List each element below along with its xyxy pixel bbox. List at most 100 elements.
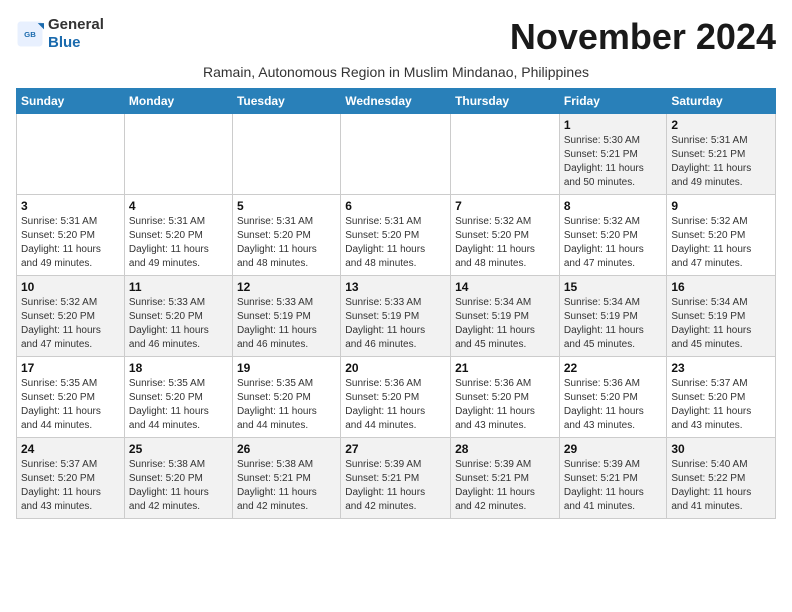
day-info: Sunrise: 5:32 AM Sunset: 5:20 PM Dayligh… — [564, 215, 663, 271]
day-number: 1 — [564, 118, 663, 132]
table-row: 10Sunrise: 5:32 AM Sunset: 5:20 PM Dayli… — [17, 276, 125, 357]
day-info: Sunrise: 5:32 AM Sunset: 5:20 PM Dayligh… — [21, 296, 120, 352]
day-info: Sunrise: 5:34 AM Sunset: 5:19 PM Dayligh… — [564, 296, 663, 352]
table-row: 2 Sunrise: 5:31 AM Sunset: 5:21 PM Daylig… — [667, 114, 776, 195]
day-info: Sunrise: 5:35 AM Sunset: 5:20 PM Dayligh… — [129, 377, 228, 433]
day-number: 23 — [671, 361, 771, 375]
day-info: Sunrise: 5:36 AM Sunset: 5:20 PM Dayligh… — [455, 377, 555, 433]
table-row: 29 Sunrise: 5:39 AM Sunset: 5:21 PM Dayli… — [559, 438, 667, 519]
day-number: 8 — [564, 199, 663, 213]
table-row: 11 Sunrise: 5:33 AM Sunset: 5:20 PM Dayli… — [124, 276, 232, 357]
table-row: 8 Sunrise: 5:32 AM Sunset: 5:20 PM Daylig… — [559, 195, 667, 276]
page: GB General Blue November 2024 Ramain, Au… — [0, 0, 792, 529]
calendar-week-row: 1 Sunrise: 5:30 AM Sunset: 5:21 PM Daylig… — [17, 114, 776, 195]
col-tuesday: Tuesday — [232, 89, 340, 114]
col-wednesday: Wednesday — [341, 89, 451, 114]
table-row — [232, 114, 340, 195]
day-number: 18 — [129, 361, 228, 375]
table-row: 21 Sunrise: 5:36 AM Sunset: 5:20 PM Dayli… — [451, 357, 560, 438]
table-row: 4 Sunrise: 5:31 AM Sunset: 5:20 PM Daylig… — [124, 195, 232, 276]
col-sunday: Sunday — [17, 89, 125, 114]
table-row: 3Sunrise: 5:31 AM Sunset: 5:20 PM Daylig… — [17, 195, 125, 276]
day-number: 30 — [671, 442, 771, 456]
day-info: Sunrise: 5:32 AM Sunset: 5:20 PM Dayligh… — [455, 215, 555, 271]
day-number: 5 — [237, 199, 336, 213]
day-info: Sunrise: 5:31 AM Sunset: 5:20 PM Dayligh… — [129, 215, 228, 271]
col-monday: Monday — [124, 89, 232, 114]
day-number: 4 — [129, 199, 228, 213]
day-info: Sunrise: 5:31 AM Sunset: 5:20 PM Dayligh… — [345, 215, 446, 271]
day-number: 15 — [564, 280, 663, 294]
day-number: 22 — [564, 361, 663, 375]
table-row: 17 Sunrise: 5:35 AM Sunset: 5:20 PM Dayli… — [17, 357, 125, 438]
month-title: November 2024 — [510, 16, 776, 58]
day-number: 17 — [21, 361, 120, 375]
table-row: 12Sunrise: 5:33 AM Sunset: 5:19 PM Dayli… — [232, 276, 340, 357]
day-info: Sunrise: 5:32 AM Sunset: 5:20 PM Dayligh… — [671, 215, 771, 271]
day-number: 24 — [21, 442, 120, 456]
day-info: Sunrise: 5:34 AM Sunset: 5:19 PM Dayligh… — [671, 296, 771, 352]
day-number: 11 — [129, 280, 228, 294]
header: GB General Blue November 2024 — [16, 16, 776, 58]
day-info: Sunrise: 5:31 AM Sunset: 5:20 PM Dayligh… — [21, 215, 120, 271]
day-info: Sunrise: 5:35 AM Sunset: 5:20 PM Dayligh… — [21, 377, 120, 433]
table-row: 24 Sunrise: 5:37 AM Sunset: 5:20 PM Dayli… — [17, 438, 125, 519]
calendar-week-row: 3Sunrise: 5:31 AM Sunset: 5:20 PM Daylig… — [17, 195, 776, 276]
subtitle: Ramain, Autonomous Region in Muslim Mind… — [16, 64, 776, 80]
day-info: Sunrise: 5:39 AM Sunset: 5:21 PM Dayligh… — [564, 458, 663, 514]
day-info: Sunrise: 5:39 AM Sunset: 5:21 PM Dayligh… — [345, 458, 446, 514]
day-info: Sunrise: 5:40 AM Sunset: 5:22 PM Dayligh… — [671, 458, 771, 514]
day-number: 21 — [455, 361, 555, 375]
table-row: 5 Sunrise: 5:31 AM Sunset: 5:20 PM Daylig… — [232, 195, 340, 276]
table-row: 7 Sunrise: 5:32 AM Sunset: 5:20 PM Daylig… — [451, 195, 560, 276]
day-info: Sunrise: 5:31 AM Sunset: 5:20 PM Dayligh… — [237, 215, 336, 271]
day-info: Sunrise: 5:30 AM Sunset: 5:21 PM Dayligh… — [564, 134, 663, 190]
table-row: 22 Sunrise: 5:36 AM Sunset: 5:20 PM Dayli… — [559, 357, 667, 438]
day-info: Sunrise: 5:37 AM Sunset: 5:20 PM Dayligh… — [21, 458, 120, 514]
day-info: Sunrise: 5:31 AM Sunset: 5:21 PM Dayligh… — [671, 134, 771, 190]
day-info: Sunrise: 5:34 AM Sunset: 5:19 PM Dayligh… — [455, 296, 555, 352]
table-row: 13Sunrise: 5:33 AM Sunset: 5:19 PM Dayli… — [341, 276, 451, 357]
table-row — [124, 114, 232, 195]
day-number: 16 — [671, 280, 771, 294]
table-row: 20Sunrise: 5:36 AM Sunset: 5:20 PM Dayli… — [341, 357, 451, 438]
logo: GB General Blue — [16, 16, 104, 52]
logo-text: General Blue — [48, 16, 104, 52]
table-row: 23 Sunrise: 5:37 AM Sunset: 5:20 PM Dayli… — [667, 357, 776, 438]
day-number: 27 — [345, 442, 446, 456]
col-thursday: Thursday — [451, 89, 560, 114]
col-friday: Friday — [559, 89, 667, 114]
day-info: Sunrise: 5:36 AM Sunset: 5:20 PM Dayligh… — [345, 377, 446, 433]
day-number: 14 — [455, 280, 555, 294]
day-info: Sunrise: 5:33 AM Sunset: 5:20 PM Dayligh… — [129, 296, 228, 352]
svg-text:GB: GB — [24, 30, 36, 39]
day-info: Sunrise: 5:39 AM Sunset: 5:21 PM Dayligh… — [455, 458, 555, 514]
day-info: Sunrise: 5:38 AM Sunset: 5:20 PM Dayligh… — [129, 458, 228, 514]
day-number: 6 — [345, 199, 446, 213]
day-info: Sunrise: 5:35 AM Sunset: 5:20 PM Dayligh… — [237, 377, 336, 433]
day-number: 28 — [455, 442, 555, 456]
table-row — [451, 114, 560, 195]
table-row: 30 Sunrise: 5:40 AM Sunset: 5:22 PM Dayli… — [667, 438, 776, 519]
table-row: 18 Sunrise: 5:35 AM Sunset: 5:20 PM Dayli… — [124, 357, 232, 438]
table-row — [341, 114, 451, 195]
col-saturday: Saturday — [667, 89, 776, 114]
table-row: 1 Sunrise: 5:30 AM Sunset: 5:21 PM Daylig… — [559, 114, 667, 195]
day-info: Sunrise: 5:36 AM Sunset: 5:20 PM Dayligh… — [564, 377, 663, 433]
day-number: 9 — [671, 199, 771, 213]
calendar-header-row: Sunday Monday Tuesday Wednesday Thursday… — [17, 89, 776, 114]
logo-icon: GB — [16, 20, 44, 48]
table-row: 9 Sunrise: 5:32 AM Sunset: 5:20 PM Daylig… — [667, 195, 776, 276]
calendar-table: Sunday Monday Tuesday Wednesday Thursday… — [16, 88, 776, 519]
day-number: 7 — [455, 199, 555, 213]
table-row: 14 Sunrise: 5:34 AM Sunset: 5:19 PM Dayli… — [451, 276, 560, 357]
table-row: 25 Sunrise: 5:38 AM Sunset: 5:20 PM Dayli… — [124, 438, 232, 519]
day-number: 19 — [237, 361, 336, 375]
day-number: 2 — [671, 118, 771, 132]
day-info: Sunrise: 5:37 AM Sunset: 5:20 PM Dayligh… — [671, 377, 771, 433]
day-number: 29 — [564, 442, 663, 456]
day-number: 25 — [129, 442, 228, 456]
day-info: Sunrise: 5:38 AM Sunset: 5:21 PM Dayligh… — [237, 458, 336, 514]
table-row: 15 Sunrise: 5:34 AM Sunset: 5:19 PM Dayli… — [559, 276, 667, 357]
table-row: 28 Sunrise: 5:39 AM Sunset: 5:21 PM Dayli… — [451, 438, 560, 519]
